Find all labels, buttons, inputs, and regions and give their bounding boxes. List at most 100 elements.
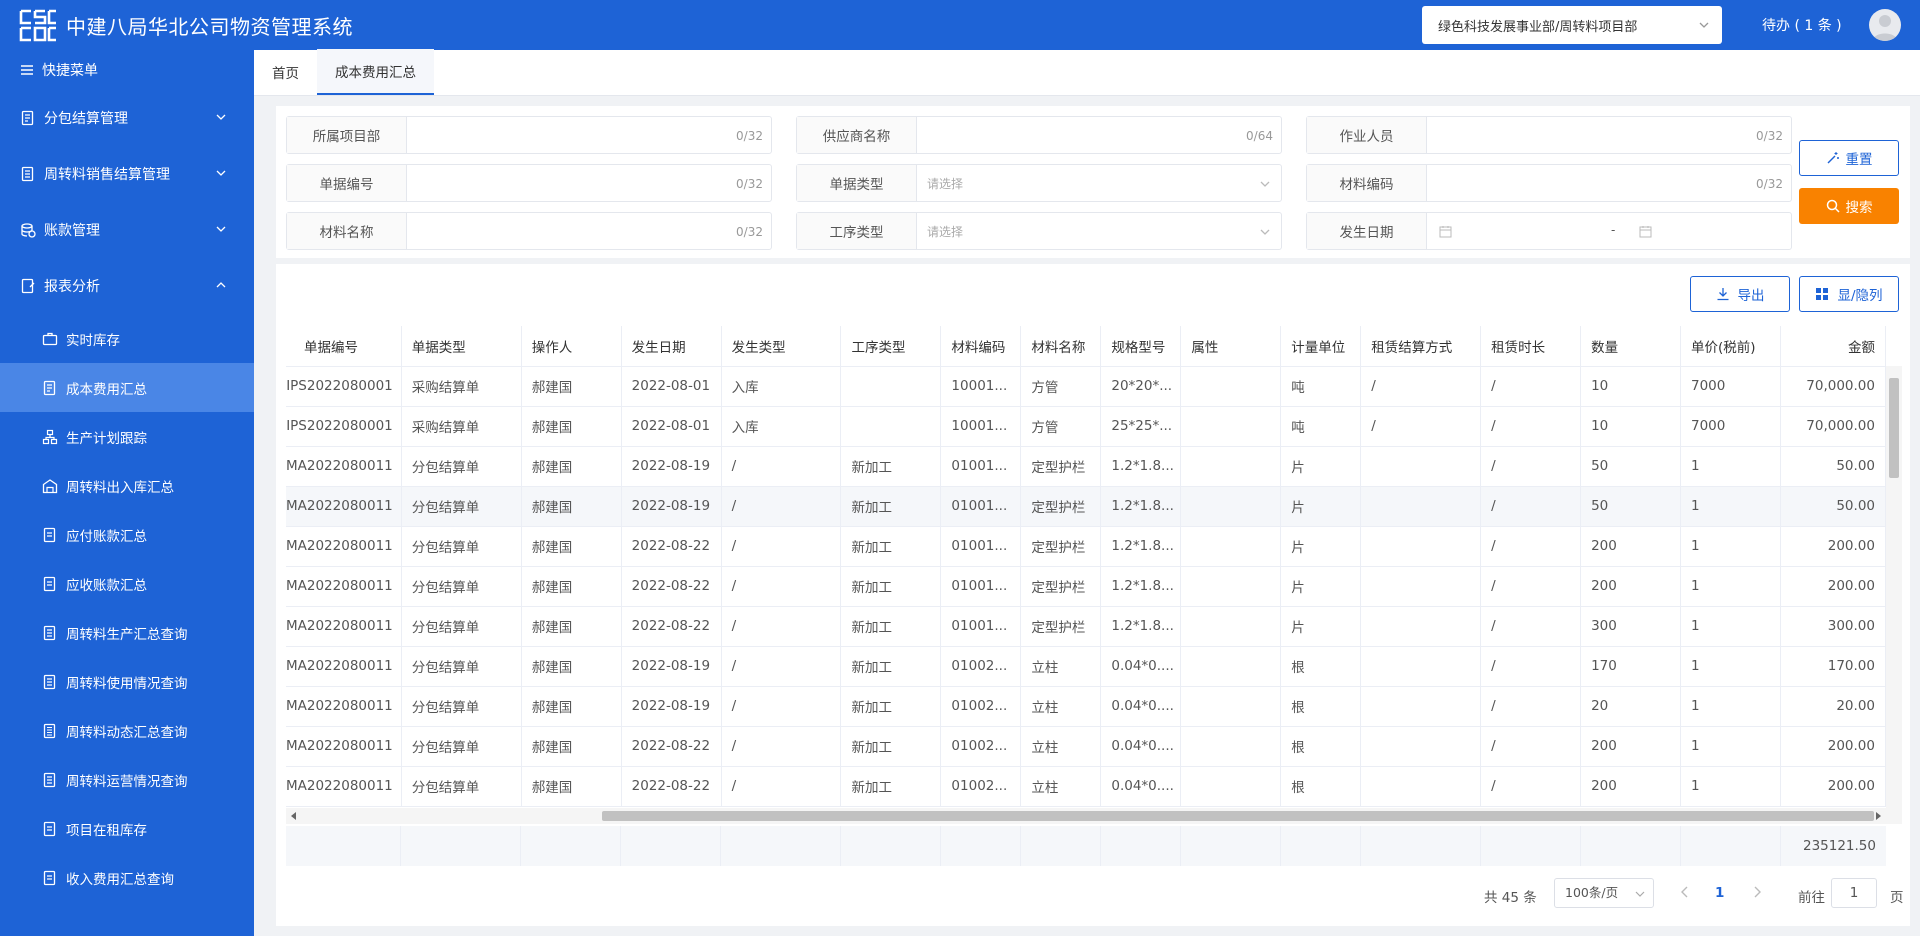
column-header[interactable]: 操作人 (521, 326, 622, 367)
sidebar-item-production-plan[interactable]: 生产计划跟踪 (0, 412, 254, 461)
table-cell: 300.00 (1780, 606, 1886, 647)
material-name-input[interactable]: 0/32 (407, 213, 771, 249)
material-code-input[interactable]: 0/32 (1427, 165, 1791, 201)
table-cell: 70,000.00 (1780, 406, 1886, 447)
sidebar-item-income-query[interactable]: 收入费用汇总查询 (0, 853, 254, 902)
sidebar-item-payable[interactable]: 应付账款汇总 (0, 510, 254, 559)
project-dept-input[interactable]: 0/32 (407, 117, 771, 153)
doc-no-input[interactable]: 0/32 (407, 165, 771, 201)
tab-home[interactable]: 首页 (254, 49, 317, 95)
sidebar-item-dynamic-query[interactable]: 周转料动态汇总查询 (0, 706, 254, 755)
sidebar-item-receivable[interactable]: 应收账款汇总 (0, 559, 254, 608)
table-row[interactable]: IPS2022080001 采购结算单 郝建国 2022-08-01 入库 10001..… (286, 406, 1886, 447)
table-row[interactable]: MA2022080011 分包结算单 郝建国 2022-08-22/新加工 01002.… (286, 726, 1886, 767)
table-cell: / (1480, 606, 1582, 647)
column-header[interactable]: 数量 (1580, 326, 1681, 367)
table-cell: 方管 (1020, 406, 1102, 447)
table-cell: 10 (1580, 366, 1681, 407)
column-header[interactable]: 单据编号 (286, 326, 402, 367)
table-cell: 新加工 (840, 566, 942, 607)
doc-no-field: 单据编号 0/32 (286, 164, 772, 202)
process-type-select[interactable]: 请选择 (917, 213, 1281, 249)
vertical-scrollbar[interactable] (1886, 366, 1902, 808)
sidebar-group-label: 报表分析 (44, 279, 100, 295)
column-header[interactable]: 属性 (1180, 326, 1282, 367)
horizontal-scrollbar-thumb[interactable] (602, 811, 1874, 821)
sidebar-item-realtime-stock[interactable]: 实时库存 (0, 314, 254, 363)
table-cell: 20 (1580, 686, 1681, 727)
table-cell: 200 (1580, 566, 1681, 607)
supplier-input[interactable]: 0/64 (917, 117, 1281, 153)
sidebar-item-rental-stock[interactable]: 项目在租库存 (0, 804, 254, 853)
table-row[interactable]: MA2022080011 分包结算单 郝建国 2022-08-22/新加工 01001.… (286, 606, 1886, 647)
table-cell: 郝建国 (521, 486, 622, 527)
operator-input[interactable]: 0/32 (1427, 117, 1791, 153)
summary-cell (941, 826, 1021, 866)
char-counter: 0/32 (1756, 177, 1783, 191)
table-cell: 50.00 (1780, 486, 1886, 527)
sidebar-item-production-query[interactable]: 周转料生产汇总查询 (0, 608, 254, 657)
table-cell: 1 (1680, 766, 1781, 807)
char-counter: 0/64 (1246, 129, 1273, 143)
table-cell: 1 (1680, 446, 1781, 487)
export-button[interactable]: 导出 (1690, 276, 1790, 312)
todo-link[interactable]: 待办 ( 1 条 ) (1762, 15, 1842, 35)
sidebar-group-sales[interactable]: 周转料销售结算管理 (0, 146, 254, 202)
sidebar-group-accounts[interactable]: 账款管理 (0, 202, 254, 258)
export-label: 导出 (1737, 288, 1765, 304)
table-row[interactable]: MA2022080011 分包结算单 郝建国 2022-08-19/新加工 01001.… (286, 486, 1886, 527)
table-cell: 01001... (940, 486, 1022, 527)
goto-suffix: 页 (1890, 890, 1904, 906)
table-cell: 10001... (940, 406, 1022, 447)
sidebar-group-reports[interactable]: 报表分析 (0, 258, 254, 314)
column-header[interactable]: 材料名称 (1020, 326, 1102, 367)
org-select[interactable]: 绿色科技发展事业部/周转料项目部 (1422, 6, 1722, 44)
sidebar-item-operation-query[interactable]: 周转料运营情况查询 (0, 755, 254, 804)
search-button[interactable]: 搜索 (1799, 188, 1899, 224)
table-row[interactable]: IPS2022080001 采购结算单 郝建国 2022-08-01 入库 10001..… (286, 366, 1886, 407)
reset-button[interactable]: 重置 (1799, 140, 1899, 176)
table-row[interactable]: MA2022080011 分包结算单 郝建国 2022-08-19/新加工 01002.… (286, 686, 1886, 727)
table-row[interactable]: MA2022080011 分包结算单 郝建国 2022-08-22/新加工 01001.… (286, 526, 1886, 567)
quick-menu[interactable]: 快捷菜单 (0, 50, 254, 90)
column-header[interactable]: 租赁时长 (1480, 326, 1582, 367)
column-header[interactable]: 工序类型 (840, 326, 942, 367)
column-header[interactable]: 规格型号 (1100, 326, 1182, 367)
next-page-icon[interactable] (1752, 885, 1762, 899)
date-range-input[interactable]: - (1427, 213, 1791, 249)
sidebar-item-usage-query[interactable]: 周转料使用情况查询 (0, 657, 254, 706)
column-header[interactable]: 金额 (1780, 326, 1886, 367)
top-header: 中建八局华北公司物资管理系统 绿色科技发展事业部/周转料项目部 待办 ( 1 条… (0, 0, 1920, 50)
column-header[interactable]: 发生类型 (721, 326, 842, 367)
sidebar-item-inout-summary[interactable]: 周转料出入库汇总 (0, 461, 254, 510)
column-header[interactable]: 计量单位 (1280, 326, 1362, 367)
table-cell: 新加工 (840, 446, 942, 487)
table-cell: 01002... (940, 646, 1022, 687)
table-row[interactable]: MA2022080011 分包结算单 郝建国 2022-08-19/新加工 01001.… (286, 446, 1886, 487)
column-header[interactable]: 单价(税前) (1680, 326, 1781, 367)
vertical-scrollbar-thumb[interactable] (1889, 378, 1899, 478)
column-header[interactable]: 租赁结算方式 (1360, 326, 1482, 367)
horizontal-scrollbar[interactable] (286, 808, 1902, 824)
toggle-columns-button[interactable]: 显/隐列 (1799, 276, 1899, 312)
table-row[interactable]: MA2022080011 分包结算单 郝建国 2022-08-22/新加工 01002.… (286, 766, 1886, 807)
sidebar-item-cost-summary[interactable]: 成本费用汇总 (0, 363, 254, 412)
table-cell: 郝建国 (521, 366, 622, 407)
prev-page-icon[interactable] (1680, 885, 1690, 899)
tab-cost-summary[interactable]: 成本费用汇总 (317, 49, 434, 95)
table-row[interactable]: MA2022080011 分包结算单 郝建国 2022-08-22/新加工 01001.… (286, 566, 1886, 607)
sidebar-group-subcontract[interactable]: 分包结算管理 (0, 90, 254, 146)
table-cell: IPS2022080001 (286, 366, 402, 407)
page-number[interactable]: 1 (1715, 885, 1724, 901)
table-cell: 采购结算单 (401, 366, 522, 407)
column-header[interactable]: 单据类型 (401, 326, 522, 367)
chevron-down-icon (1260, 229, 1270, 235)
doc-type-select[interactable]: 请选择 (917, 165, 1281, 201)
avatar[interactable] (1869, 9, 1901, 41)
column-header[interactable]: 发生日期 (621, 326, 722, 367)
table-row[interactable]: MA2022080011 分包结算单 郝建国 2022-08-19/新加工 01002.… (286, 646, 1886, 687)
goto-page-input[interactable]: 1 (1831, 878, 1877, 908)
document-icon (43, 625, 56, 640)
column-header[interactable]: 材料编码 (940, 326, 1022, 367)
page-size-select[interactable]: 100条/页 (1554, 878, 1654, 908)
